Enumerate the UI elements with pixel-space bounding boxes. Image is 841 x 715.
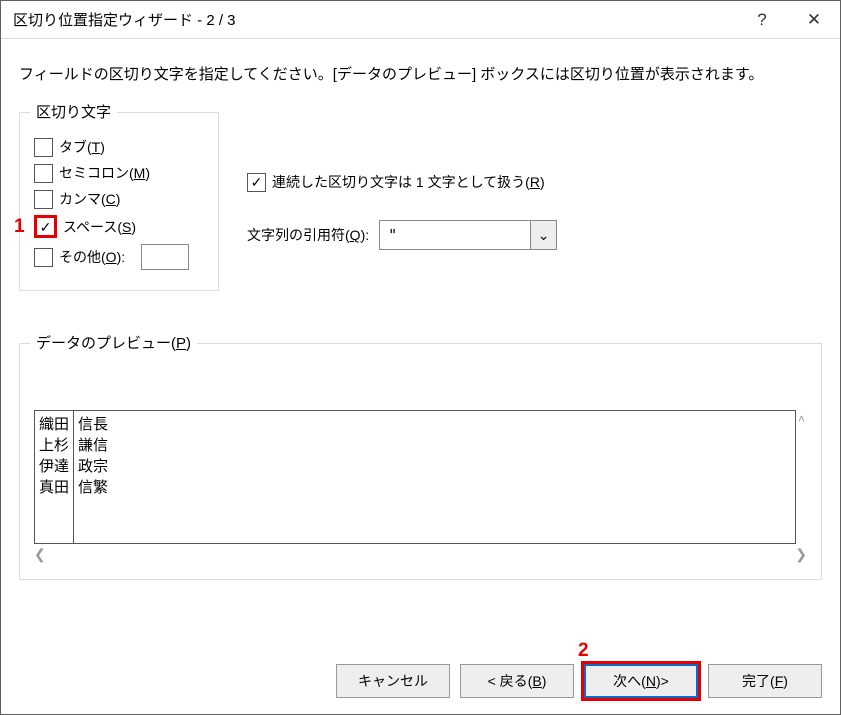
preview-cell: 信長 [78, 413, 791, 434]
text-qualifier-dropdown[interactable]: " ⌄ [379, 220, 557, 250]
help-button[interactable]: ? [736, 1, 788, 39]
text-qualifier-label: 文字列の引用符(Q): [247, 225, 369, 245]
delimiter-スペース[interactable]: 1✓スペース(S) [34, 215, 204, 238]
checkbox-icon: ✓ [247, 173, 266, 192]
delimiter-label: その他(O): [59, 247, 125, 267]
checkbox-icon [34, 190, 53, 209]
other-delimiter-input[interactable] [141, 244, 189, 270]
consecutive-delimiter-label: 連続した区切り文字は 1 文字として扱う(R) [272, 172, 545, 192]
window-title: 区切り位置指定ウィザード - 2 / 3 [13, 9, 736, 30]
preview-column: 織田上杉伊達真田 [35, 411, 74, 543]
close-button[interactable]: ✕ [788, 1, 840, 39]
preview-column: 信長謙信政宗信繁 [74, 411, 795, 543]
preview-cell: 謙信 [78, 434, 791, 455]
preview-cell: 上杉 [39, 434, 69, 455]
delimiter-カンマ[interactable]: カンマ(C) [34, 189, 204, 209]
preview-cell: 織田 [39, 413, 69, 434]
checkbox-icon [34, 138, 53, 157]
delimiter-その他[interactable]: その他(O): [34, 244, 204, 270]
consecutive-delimiter-checkbox[interactable]: ✓ 連続した区切り文字は 1 文字として扱う(R) [247, 172, 557, 192]
preview-cell: 政宗 [78, 455, 791, 476]
scroll-left-icon[interactable]: ❮ [34, 546, 46, 563]
delimiter-label: タブ(T) [59, 137, 105, 157]
checkbox-icon [34, 248, 53, 267]
delimiters-group-title: 区切り文字 [30, 101, 117, 122]
cancel-button[interactable]: キャンセル [336, 664, 450, 698]
delimiter-label: スペース(S) [63, 217, 136, 237]
checkbox-icon: ✓ [34, 215, 57, 238]
next-button[interactable]: 2 次へ(N) > [584, 664, 698, 698]
delimiter-label: セミコロン(M) [59, 163, 150, 183]
preview-cell: 信繁 [78, 476, 791, 497]
preview-cell: 真田 [39, 476, 69, 497]
preview-group: データのプレビュー(P) 織田上杉伊達真田信長謙信政宗信繁 ˄ ❮ ❯ [19, 343, 822, 580]
annotation-2: 2 [578, 640, 589, 662]
scroll-up-icon[interactable]: ˄ [796, 410, 807, 544]
delimiter-label: カンマ(C) [59, 189, 120, 209]
preview-cell: 伊達 [39, 455, 69, 476]
delimiters-group: 区切り文字 タブ(T)セミコロン(M)カンマ(C)1✓スペース(S)その他(O)… [19, 112, 219, 291]
preview-group-title: データのプレビュー(P) [30, 332, 197, 353]
chevron-down-icon[interactable]: ⌄ [530, 221, 556, 249]
annotation-1: 1 [14, 216, 25, 238]
finish-button[interactable]: 完了(F) [708, 664, 822, 698]
text-qualifier-value: " [380, 226, 530, 244]
preview-grid: 織田上杉伊達真田信長謙信政宗信繁 [34, 410, 796, 544]
delimiter-セミコロン[interactable]: セミコロン(M) [34, 163, 204, 183]
instruction-text: フィールドの区切り文字を指定してください。[データのプレビュー] ボックスには区… [19, 63, 822, 84]
delimiter-タブ[interactable]: タブ(T) [34, 137, 204, 157]
scroll-right-icon[interactable]: ❯ [795, 546, 807, 563]
checkbox-icon [34, 164, 53, 183]
back-button[interactable]: < 戻る(B) [460, 664, 574, 698]
